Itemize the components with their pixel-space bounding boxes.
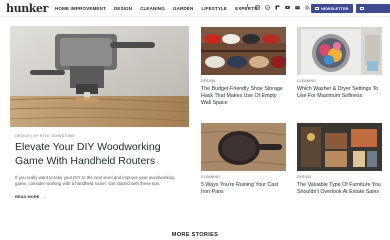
facebook-icon[interactable]: f — [245, 5, 250, 10]
card-title[interactable]: 5 Ways You're Ruining Your Cast Iron Pan… — [201, 182, 287, 196]
social-links: f p — [245, 5, 320, 10]
pinterest-icon[interactable]: p — [265, 5, 270, 10]
card-image-cast-iron[interactable] — [201, 123, 286, 171]
hero-kicker[interactable]: DESIGN | BY KYLE JOHNSTONE — [15, 134, 75, 138]
read-more-link[interactable]: READ MORE → — [15, 194, 46, 199]
hero-description: If you really want to take your DIY to t… — [15, 175, 175, 187]
newsletter-label: NEWSLETTER — [321, 6, 349, 11]
envelope-icon — [315, 7, 319, 11]
email-icon[interactable] — [295, 5, 300, 10]
instagram-icon[interactable] — [255, 5, 260, 10]
newsletter-button[interactable]: NEWSLETTER — [311, 4, 353, 13]
article-card-washer-dryer[interactable]: CLEANING Which Washer & Dryer Settings T… — [297, 27, 383, 100]
read-more-label: READ MORE — [15, 194, 40, 199]
more-stories-heading: MORE STORIES — [171, 232, 219, 238]
article-card-cast-iron[interactable]: CLEANING 5 Ways You're Ruining Your Cast… — [201, 123, 287, 196]
card-image-washer[interactable] — [297, 27, 382, 75]
hero-image-router[interactable] — [10, 26, 189, 127]
nav-item-design[interactable]: DESIGN — [114, 6, 132, 11]
card-category[interactable]: DESIGN — [201, 79, 287, 83]
nav-item-cleaning[interactable]: CLEANING — [140, 6, 165, 11]
card-image-furniture[interactable] — [297, 123, 382, 171]
site-logo[interactable]: hunker — [6, 2, 48, 15]
hero-title[interactable]: Elevate Your DIY Woodworking Game With H… — [15, 141, 185, 168]
nav-item-garden[interactable]: GARDEN — [173, 6, 194, 11]
card-category[interactable]: DESIGN — [297, 175, 383, 179]
advertise-label: ADVERTISE — [360, 15, 383, 20]
top-navigation-bar: hunker HOME IMPROVEMENT DESIGN CLEANING … — [0, 0, 390, 20]
arrow-right-icon: → — [42, 194, 47, 199]
card-title[interactable]: The Valuable Type Of Furniture You Shoul… — [297, 182, 383, 196]
nav-item-home-improvement[interactable]: HOME IMPROVEMENT — [55, 6, 106, 11]
card-image-shoes[interactable] — [201, 27, 286, 75]
advertise-button[interactable]: ADVERTISE — [356, 4, 390, 20]
nav-item-lifestyle[interactable]: LIFESTYLE — [201, 6, 227, 11]
card-title[interactable]: The Budget-Friendly Shoe Storage Hack Th… — [201, 86, 287, 108]
svg-text:p: p — [267, 6, 269, 10]
card-category[interactable]: CLEANING — [201, 175, 287, 179]
card-category[interactable]: CLEANING — [297, 79, 383, 83]
card-title[interactable]: Which Washer & Dryer Settings To Use For… — [297, 86, 383, 100]
main-nav: HOME IMPROVEMENT DESIGN CLEANING GARDEN … — [55, 6, 257, 11]
flipboard-icon[interactable] — [275, 5, 280, 10]
article-card-shoe-storage[interactable]: DESIGN The Budget-Friendly Shoe Storage … — [201, 27, 287, 108]
youtube-icon[interactable] — [285, 5, 290, 10]
megaphone-icon — [360, 7, 364, 11]
rss-icon[interactable] — [305, 5, 310, 10]
article-card-estate-sales[interactable]: DESIGN The Valuable Type Of Furniture Yo… — [297, 123, 383, 196]
